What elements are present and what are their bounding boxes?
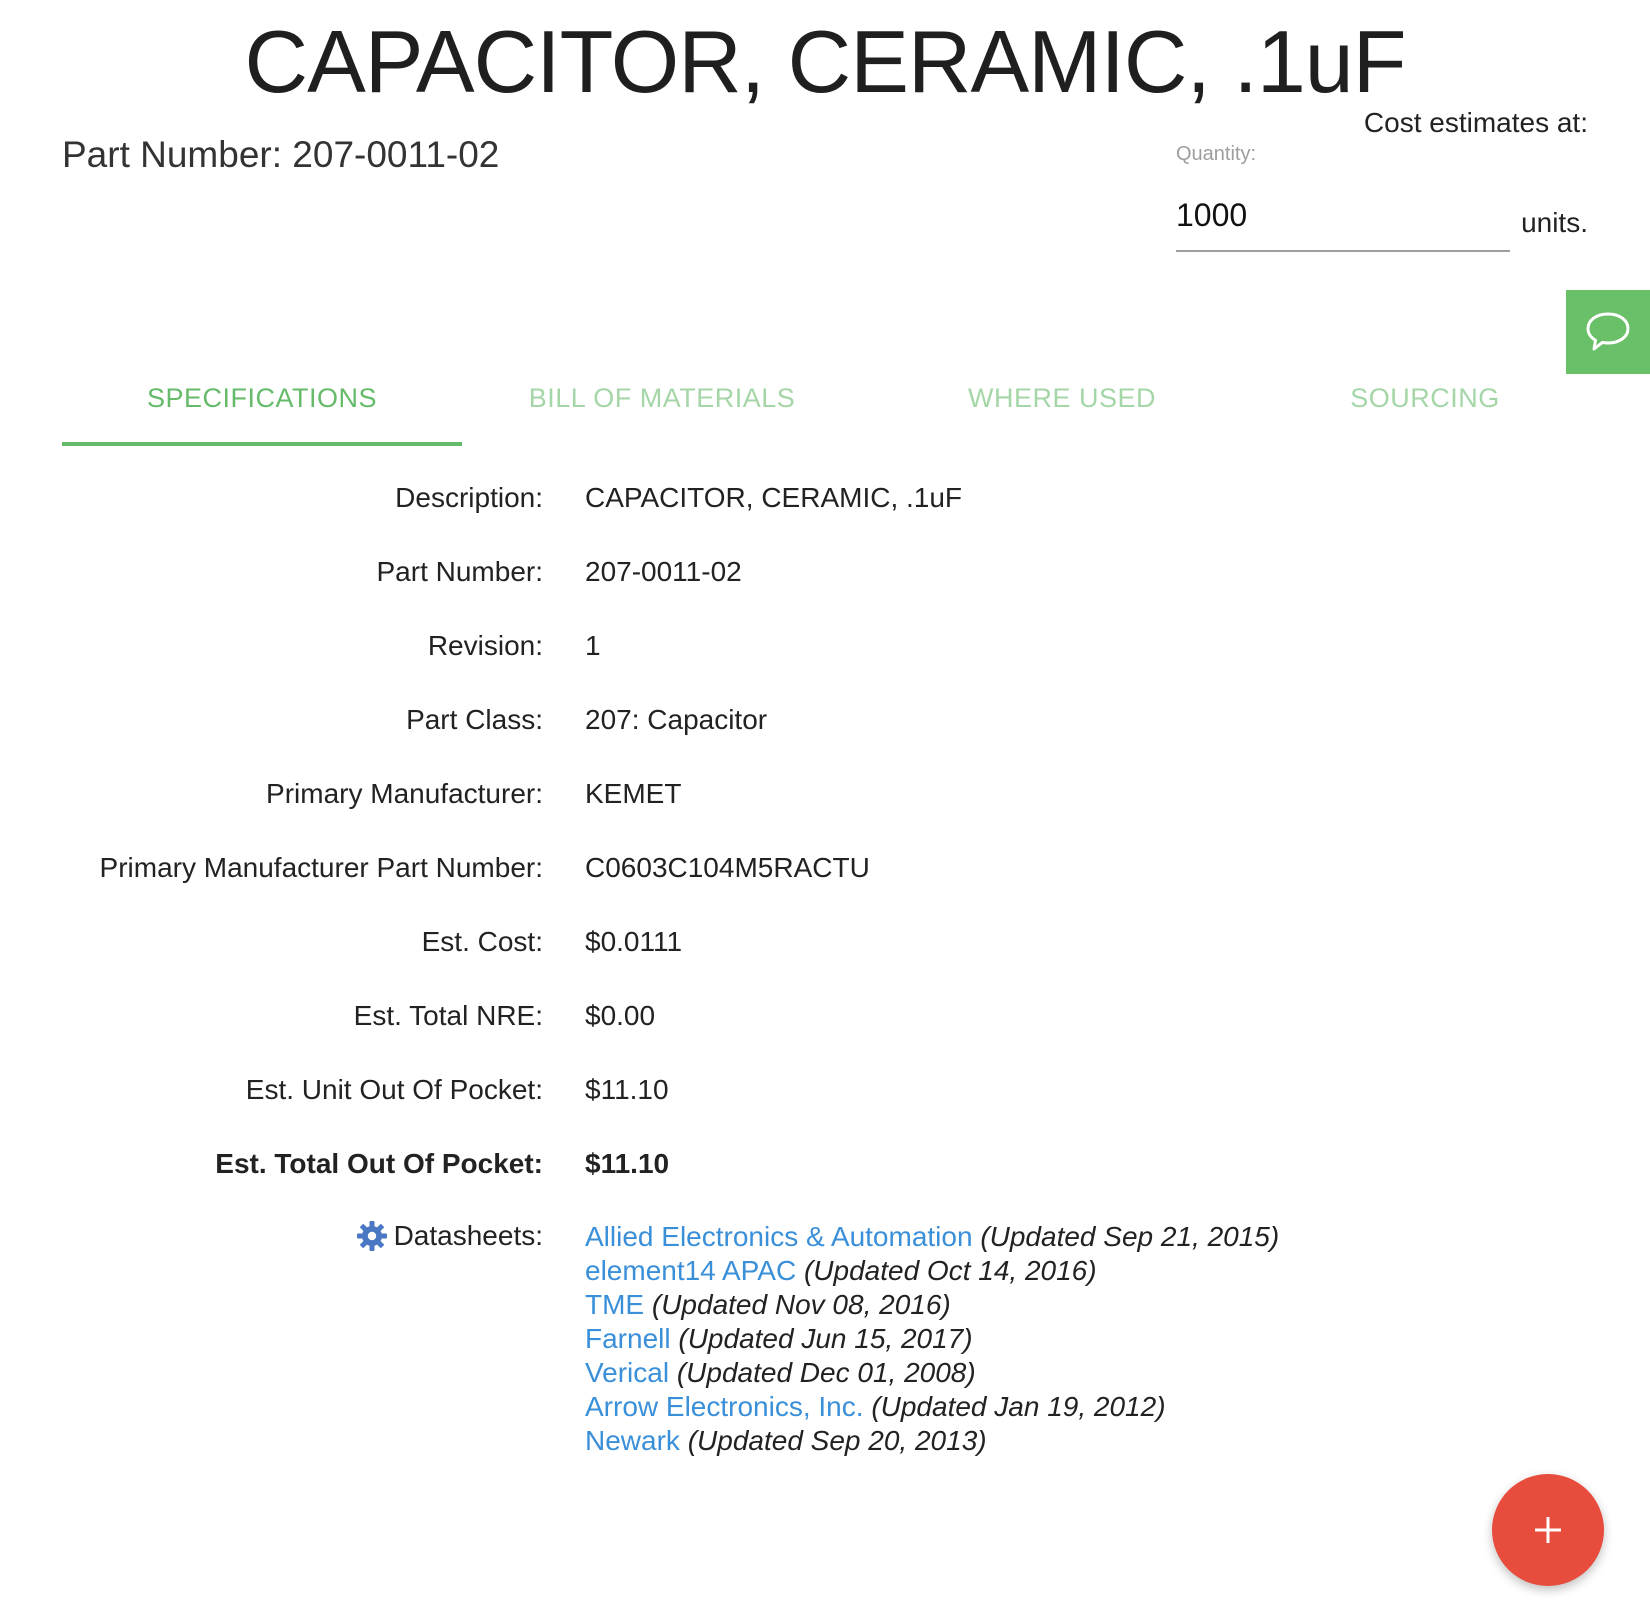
datasheet-updated: (Updated Sep 20, 2013) xyxy=(687,1425,987,1456)
datasheet-link[interactable]: Arrow Electronics, Inc. xyxy=(585,1391,864,1422)
spec-value: 1 xyxy=(585,630,601,661)
cost-estimates-label: Cost estimates at: xyxy=(1363,107,1588,138)
tab-bill-of-materials[interactable]: BILL OF MATERIALS xyxy=(462,350,862,446)
tab-specifications[interactable]: SPECIFICATIONS xyxy=(62,350,462,446)
spec-value: 207: Capacitor xyxy=(585,704,768,735)
spec-row-manufacturer-part-number: Primary Manufacturer Part Number: C0603C… xyxy=(0,832,1650,906)
quantity-label: Quantity: xyxy=(1176,143,1257,165)
list-item: Farnell (Updated Jun 15, 2017) xyxy=(585,1322,1279,1356)
spec-label: Part Number: xyxy=(376,556,544,587)
datasheets-label: Datasheets: xyxy=(393,1220,543,1251)
spec-row-est-cost: Est. Cost: $0.0111 xyxy=(0,906,1650,980)
datasheet-link[interactable]: element14 APAC xyxy=(585,1255,796,1286)
spec-row-est-total-nre: Est. Total NRE: $0.00 xyxy=(0,980,1650,1054)
spec-label: Est. Total NRE: xyxy=(353,1000,543,1031)
datasheet-updated: (Updated Nov 08, 2016) xyxy=(651,1289,951,1320)
spec-value: $0.0111 xyxy=(585,926,683,957)
plus-icon xyxy=(1535,1517,1561,1543)
datasheet-link[interactable]: Farnell xyxy=(585,1323,671,1354)
quantity-input[interactable] xyxy=(1176,180,1510,252)
datasheet-link[interactable]: TME xyxy=(585,1289,644,1320)
list-item: Arrow Electronics, Inc. (Updated Jan 19,… xyxy=(585,1390,1279,1424)
datasheet-updated: (Updated Jan 19, 2012) xyxy=(871,1391,1166,1422)
spec-value: $0.00 xyxy=(585,1000,656,1031)
list-item: Allied Electronics & Automation (Updated… xyxy=(585,1220,1279,1254)
spec-label: Est. Total Out Of Pocket: xyxy=(215,1148,543,1179)
datasheet-updated: (Updated Sep 21, 2015) xyxy=(980,1221,1280,1252)
list-item: Newark (Updated Sep 20, 2013) xyxy=(585,1424,1279,1458)
header-part-number: Part Number: 207-0011-02 xyxy=(62,134,500,175)
page-title: CAPACITOR, CERAMIC, .1uF xyxy=(244,12,1407,111)
spec-row-part-number: Part Number: 207-0011-02 xyxy=(0,536,1650,610)
spec-value: 207-0011-02 xyxy=(585,556,742,587)
chat-bubble-icon xyxy=(1586,312,1630,351)
spec-row-part-class: Part Class: 207: Capacitor xyxy=(0,684,1650,758)
spec-value: CAPACITOR, CERAMIC, .1uF xyxy=(585,482,963,513)
datasheet-link[interactable]: Newark xyxy=(585,1425,680,1456)
spec-label: Revision: xyxy=(427,630,543,661)
datasheet-link[interactable]: Verical xyxy=(585,1357,669,1388)
spec-label: Primary Manufacturer Part Number: xyxy=(99,852,543,883)
spec-label: Primary Manufacturer: xyxy=(266,778,543,809)
active-tab-indicator xyxy=(62,442,462,446)
list-item: Verical (Updated Dec 01, 2008) xyxy=(585,1356,1279,1390)
spec-row-revision: Revision: 1 xyxy=(0,610,1650,684)
spec-value: KEMET xyxy=(585,778,682,809)
datasheet-updated: (Updated Oct 14, 2016) xyxy=(803,1255,1097,1286)
spec-label: Est. Unit Out Of Pocket: xyxy=(245,1074,543,1105)
spec-value: $11.10 xyxy=(585,1074,669,1105)
datasheet-list: Allied Electronics & Automation (Updated… xyxy=(585,1220,1279,1458)
specifications-panel: Description: CAPACITOR, CERAMIC, .1uF Pa… xyxy=(0,462,1650,1202)
gear-icon[interactable] xyxy=(356,1220,388,1252)
tab-sourcing[interactable]: SOURCING xyxy=(1262,350,1588,446)
spec-row-primary-manufacturer: Primary Manufacturer: KEMET xyxy=(0,758,1650,832)
spec-label: Est. Cost: xyxy=(421,926,543,957)
spec-label: Part Class: xyxy=(406,704,543,735)
spec-row-est-unit-out-of-pocket: Est. Unit Out Of Pocket: $11.10 xyxy=(0,1054,1650,1128)
spec-label: Description: xyxy=(395,482,543,513)
datasheet-updated: (Updated Jun 15, 2017) xyxy=(678,1323,973,1354)
units-label: units. xyxy=(1521,207,1588,238)
datasheet-updated: (Updated Dec 01, 2008) xyxy=(676,1357,976,1388)
spec-row-est-total-out-of-pocket: Est. Total Out Of Pocket: $11.10 xyxy=(0,1128,1650,1202)
datasheets-label-group: Datasheets: xyxy=(356,1220,543,1252)
tab-where-used[interactable]: WHERE USED xyxy=(862,350,1262,446)
tab-bar: SPECIFICATIONS BILL OF MATERIALS WHERE U… xyxy=(62,350,1588,446)
add-button[interactable] xyxy=(1492,1474,1604,1586)
datasheet-link[interactable]: Allied Electronics & Automation xyxy=(585,1221,973,1252)
list-item: TME (Updated Nov 08, 2016) xyxy=(585,1288,1279,1322)
spec-value: $11.10 xyxy=(585,1148,670,1179)
spec-value: C0603C104M5RACTU xyxy=(585,852,870,883)
spec-row-description: Description: CAPACITOR, CERAMIC, .1uF xyxy=(0,462,1650,536)
list-item: element14 APAC (Updated Oct 14, 2016) xyxy=(585,1254,1279,1288)
